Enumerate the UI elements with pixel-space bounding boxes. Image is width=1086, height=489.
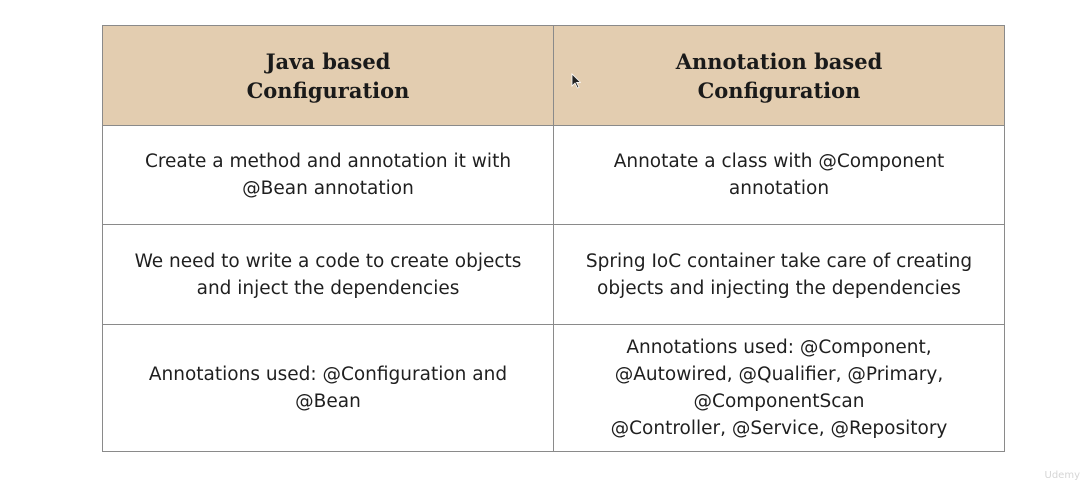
cell-text-line: @Bean <box>295 391 361 412</box>
cell-text-line: @Bean annotation <box>242 178 414 199</box>
cell-text-line: annotation <box>728 178 830 199</box>
cell-text-line: objects and injecting the dependencies <box>597 277 961 299</box>
header-annotation-line1: Annotation based <box>675 48 883 74</box>
cell-annotation-row3: Annotations used: @Component, @Autowired… <box>553 324 1005 452</box>
udemy-watermark: Udemy <box>1044 470 1080 481</box>
cell-text-line: @Autowired, @Qualifier, @Primary, <box>614 364 944 385</box>
cell-annotation-row2: Spring IoC container take care of creati… <box>553 224 1005 325</box>
header-java-line1: Java based <box>265 48 391 74</box>
header-annotation-line2: Configuration <box>697 77 861 103</box>
mouse-pointer-icon <box>571 73 581 89</box>
header-annotation-based: Annotation based Configuration <box>553 25 1005 126</box>
cell-text-line: @ComponentScan <box>693 391 865 412</box>
cell-text-line: Create a method and annotation it with <box>144 151 512 172</box>
cell-text-line: Annotations used: @Component, <box>626 337 932 358</box>
cell-java-row3: Annotations used: @Configuration and @Be… <box>102 324 554 452</box>
cell-java-row1: Create a method and annotation it with @… <box>102 125 554 225</box>
comparison-table: Java based Configuration Annotation base… <box>102 25 1005 452</box>
slide: Java based Configuration Annotation base… <box>0 0 1086 489</box>
cell-text-line: Annotate a class with @Component <box>613 151 945 172</box>
cell-text-line: @Controller, @Service, @Repository <box>610 418 948 439</box>
table-row: We need to write a code to create object… <box>102 224 1005 325</box>
cell-text-line: We need to write a code to create object… <box>134 250 522 272</box>
header-java-based: Java based Configuration <box>102 25 554 126</box>
table-row: Annotations used: @Configuration and @Be… <box>102 324 1005 452</box>
header-java-line2: Configuration <box>246 77 410 103</box>
table-header-row: Java based Configuration Annotation base… <box>102 25 1005 126</box>
cell-java-row2: We need to write a code to create object… <box>102 224 554 325</box>
cell-text-line: Annotations used: @Configuration and <box>148 364 508 385</box>
cell-text-line: Spring IoC container take care of creati… <box>585 250 973 272</box>
cell-annotation-row1: Annotate a class with @Component annotat… <box>553 125 1005 225</box>
table-row: Create a method and annotation it with @… <box>102 125 1005 225</box>
cell-text-line: and inject the dependencies <box>196 277 460 299</box>
